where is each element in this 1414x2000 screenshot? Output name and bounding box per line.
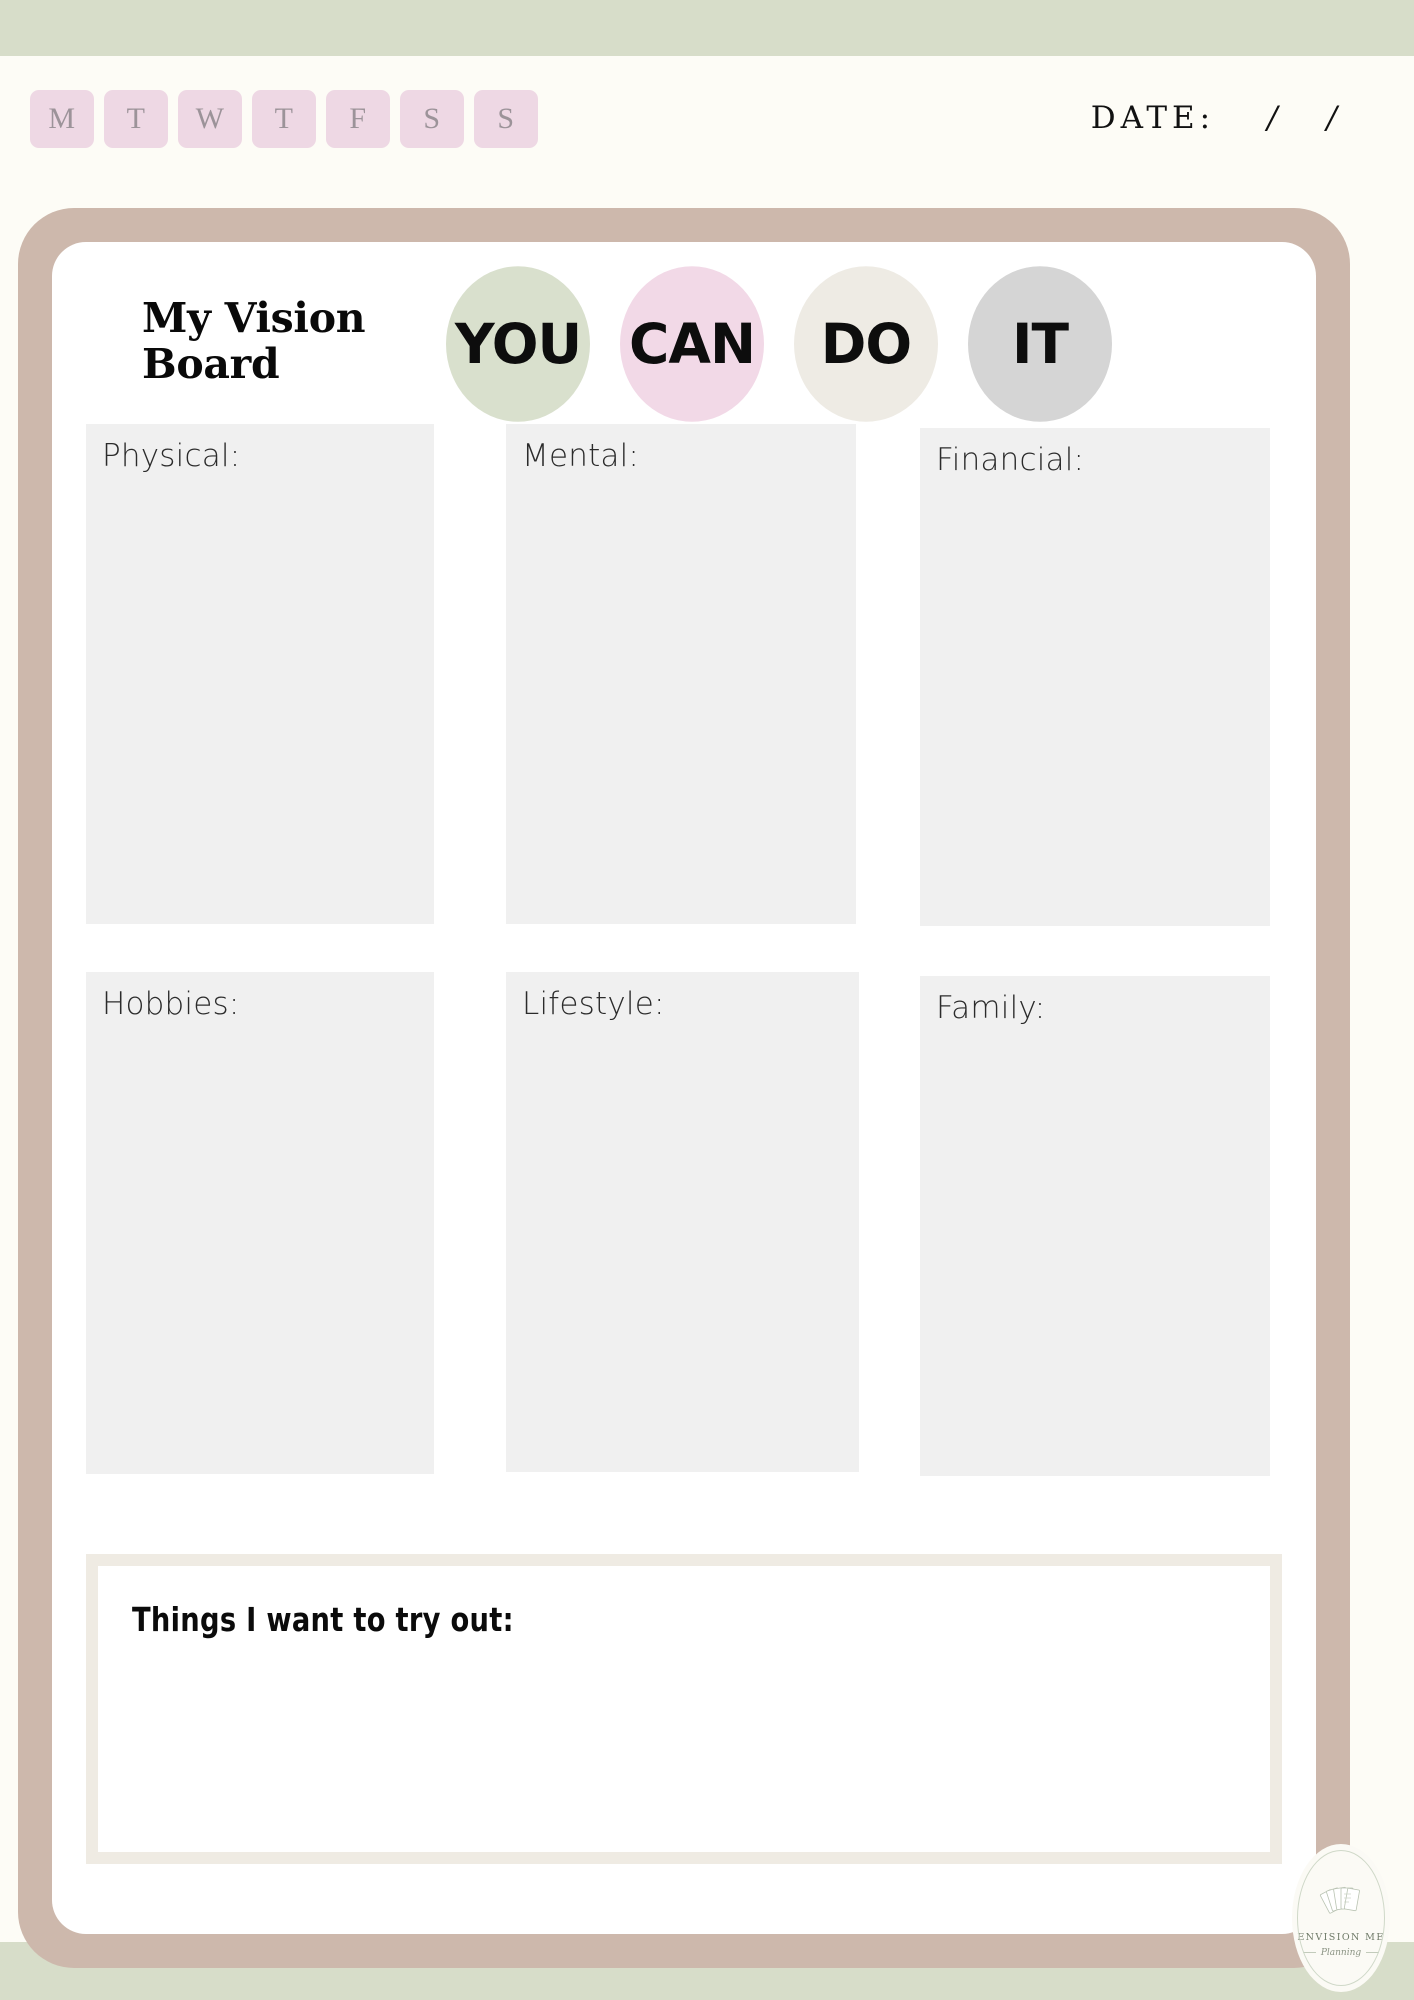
goal-grid: Physical: Mental: Financial: Hobbies: Li…: [86, 424, 1282, 1478]
day-chip-label: T: [126, 102, 146, 135]
day-chip-tuesday[interactable]: T: [104, 90, 168, 148]
date-label: DATE:: [1090, 100, 1216, 136]
slogan-circle-label: IT: [1012, 311, 1069, 377]
slogan-circle-it: IT: [968, 266, 1112, 422]
slogan-circle-can: CAN: [620, 266, 764, 422]
goal-label-mental: Mental:: [522, 438, 640, 474]
slogan-circle-label: YOU: [454, 311, 582, 377]
goal-box-financial[interactable]: Financial:: [920, 428, 1270, 926]
goal-box-physical[interactable]: Physical:: [86, 424, 434, 924]
vision-board-frame: My Vision Board YOU CAN DO IT Physical: …: [18, 208, 1350, 1968]
slogan-circle-label: DO: [820, 311, 912, 377]
day-chip-monday[interactable]: M: [30, 90, 94, 148]
brand-badge: ENVISION ME Planning: [1292, 1844, 1390, 1992]
slogan-circle-you: YOU: [446, 266, 590, 422]
goal-box-family[interactable]: Family:: [920, 976, 1270, 1476]
day-chip-wednesday[interactable]: W: [178, 90, 242, 148]
goal-label-family: Family:: [936, 990, 1046, 1026]
page-title-line-1: My Vision: [142, 294, 366, 342]
tryout-input-area[interactable]: Things I want to try out:: [98, 1566, 1270, 1852]
tryout-label: Things I want to try out:: [132, 1600, 514, 1639]
day-chip-friday[interactable]: F: [326, 90, 390, 148]
day-chip-thursday[interactable]: T: [252, 90, 316, 148]
planner-page: M T W T F S S DATE: / / My Vision Board …: [0, 56, 1414, 1992]
badge-ring: [1297, 1850, 1385, 1986]
date-separator-first: /: [1267, 100, 1283, 136]
day-chip-saturday[interactable]: S: [400, 90, 464, 148]
slogan-circle-do: DO: [794, 266, 938, 422]
day-chip-label: F: [349, 102, 367, 135]
goal-label-lifestyle: Lifestyle:: [522, 986, 665, 1022]
vision-board-card: My Vision Board YOU CAN DO IT Physical: …: [52, 242, 1316, 1934]
slogan-circle-label: CAN: [629, 311, 756, 377]
goal-box-lifestyle[interactable]: Lifestyle:: [506, 972, 859, 1472]
goal-label-hobbies: Hobbies:: [102, 986, 240, 1022]
slogan-circles: YOU CAN DO IT: [446, 266, 1112, 422]
day-selector: M T W T F S S: [30, 90, 538, 148]
date-field[interactable]: DATE: / /: [1091, 100, 1342, 136]
goal-box-hobbies[interactable]: Hobbies:: [86, 972, 434, 1474]
day-chip-label: W: [195, 102, 225, 135]
day-chip-label: T: [274, 102, 294, 135]
page-title-line-2: Board: [142, 339, 280, 388]
goal-box-mental[interactable]: Mental:: [506, 424, 856, 924]
tryout-section: Things I want to try out:: [86, 1554, 1282, 1864]
goal-label-financial: Financial:: [936, 442, 1085, 478]
page-title: My Vision Board: [142, 294, 442, 388]
title-row: My Vision Board YOU CAN DO IT: [86, 266, 1282, 422]
day-chip-label: S: [423, 102, 441, 135]
day-chip-label: S: [497, 102, 515, 135]
day-chip-sunday[interactable]: S: [474, 90, 538, 148]
day-chip-label: M: [48, 102, 76, 135]
page-header: M T W T F S S DATE: / /: [0, 74, 1414, 170]
goal-label-physical: Physical:: [102, 438, 241, 474]
date-separator-second: /: [1326, 100, 1342, 136]
top-decorative-band: [0, 0, 1414, 56]
